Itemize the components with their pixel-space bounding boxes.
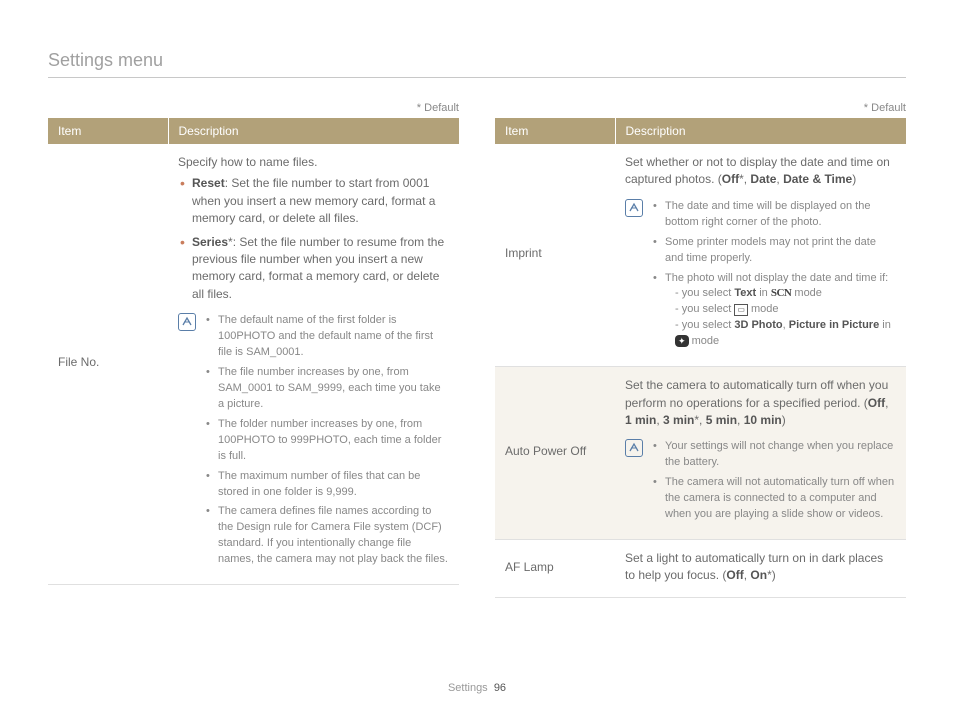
col-header-description: Description (615, 118, 906, 144)
imprint-opt-datetime: Date & Time (783, 172, 852, 186)
note-icon (178, 313, 196, 331)
apo-desc-prefix: Set the camera to automatically turn off… (625, 378, 888, 409)
note-item: Some printer models may not print the da… (653, 235, 896, 267)
note-item: The file number increases by one, from S… (206, 365, 449, 413)
default-marker-left: * Default (48, 102, 459, 114)
file-no-reset: Reset: Set the file number to start from… (178, 175, 449, 227)
dash-item: you select 3D Photo, Picture in Picture … (675, 318, 896, 350)
content-columns: * Default Item Description File No. Spec… (48, 102, 906, 598)
note-item: The maximum number of files that can be … (206, 469, 449, 501)
row-af-lamp: AF Lamp Set a light to automatically tur… (495, 540, 906, 598)
footer-section: Settings (448, 682, 488, 694)
settings-table-right: Item Description Imprint Set whether or … (495, 118, 906, 598)
col-header-description: Description (168, 118, 459, 144)
note-item: The folder number increases by one, from… (206, 417, 449, 465)
item-imprint: Imprint (495, 144, 615, 367)
desc-af-lamp: Set a light to automatically turn on in … (615, 540, 906, 598)
desc-file-no: Specify how to name files. Reset: Set th… (168, 144, 459, 585)
dash-item: you select ▭ mode (675, 302, 896, 318)
note-icon (625, 199, 643, 217)
col-header-item: Item (495, 118, 615, 144)
note-item: The default name of the first folder is … (206, 313, 449, 361)
panorama-mode-icon: ▭ (734, 304, 748, 316)
note-item: The camera will not automatically turn o… (653, 475, 896, 523)
row-imprint: Imprint Set whether or not to display th… (495, 144, 906, 367)
file-no-intro: Specify how to name files. (178, 155, 317, 169)
item-af-lamp: AF Lamp (495, 540, 615, 598)
default-marker-right: * Default (495, 102, 906, 114)
row-file-no: File No. Specify how to name files. Rese… (48, 144, 459, 585)
page-title: Settings menu (48, 50, 906, 78)
note-icon (625, 439, 643, 457)
reset-label: Reset (192, 176, 225, 190)
col-header-item: Item (48, 118, 168, 144)
desc-auto-power-off: Set the camera to automatically turn off… (615, 367, 906, 540)
note-item: Your settings will not change when you r… (653, 439, 896, 471)
desc-imprint: Set whether or not to display the date a… (615, 144, 906, 367)
apo-note: Your settings will not change when you r… (625, 439, 896, 527)
footer-page-number: 96 (494, 682, 506, 694)
imprint-opt-off: Off (722, 172, 739, 186)
series-text: *: Set the file number to resume from th… (192, 235, 444, 301)
left-column: * Default Item Description File No. Spec… (48, 102, 459, 598)
file-no-note: The default name of the first folder is … (178, 313, 449, 572)
row-auto-power-off: Auto Power Off Set the camera to automat… (495, 367, 906, 540)
scn-mode-icon: SCN (771, 287, 792, 299)
file-no-series: Series*: Set the file number to resume f… (178, 234, 449, 304)
dash-item: you select Text in SCN mode (675, 286, 896, 302)
reset-text: : Set the file number to start from 0001… (192, 176, 435, 225)
magic-mode-icon: ✦ (675, 335, 689, 347)
item-auto-power-off: Auto Power Off (495, 367, 615, 540)
imprint-opt-date: Date (750, 172, 776, 186)
page-footer: Settings 96 (0, 682, 954, 694)
note-item: The date and time will be displayed on t… (653, 199, 896, 231)
right-column: * Default Item Description Imprint Set w… (495, 102, 906, 598)
settings-table-left: Item Description File No. Specify how to… (48, 118, 459, 585)
imprint-note: The date and time will be displayed on t… (625, 199, 896, 354)
note-item: The photo will not display the date and … (653, 271, 896, 351)
note-item: The camera defines file names according … (206, 504, 449, 568)
series-label: Series (192, 235, 228, 249)
item-file-no: File No. (48, 144, 168, 585)
